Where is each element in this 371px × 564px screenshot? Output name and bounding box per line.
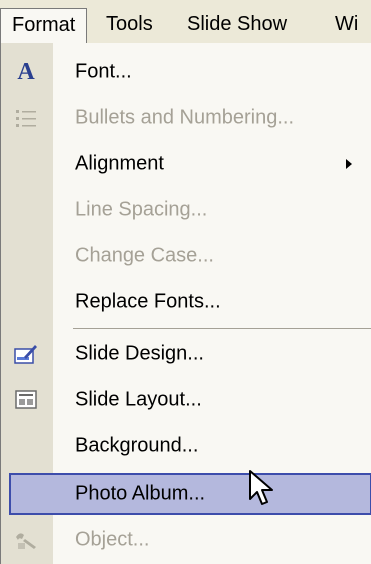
menu-item-bullets-and-numbering: Bullets and Numbering... [1, 95, 371, 141]
menu-window[interactable]: Wi [324, 8, 369, 44]
menu-item-background[interactable]: Background... [1, 423, 371, 469]
menu-item-slide-layout-label: Slide Layout... [75, 388, 202, 411]
bullets-icon [9, 103, 43, 133]
menu-item-replace-fonts-label: Replace Fonts... [75, 290, 221, 313]
menu-item-replace-fonts[interactable]: Replace Fonts... [1, 279, 371, 325]
menu-item-line-spacing: Line Spacing... [1, 187, 371, 233]
menu-item-bullets-label: Bullets and Numbering... [75, 106, 295, 129]
menu-item-slide-design-label: Slide Design... [75, 342, 204, 365]
menu-item-slide-layout[interactable]: Slide Layout... [1, 377, 371, 423]
menu-tools-label: Tools [106, 13, 153, 35]
menu-item-photo-album[interactable]: Photo Album... [9, 473, 371, 515]
slide-design-icon [9, 339, 43, 369]
menu-item-font-label: Font... [75, 60, 132, 83]
menu-bar: Format Tools Slide Show Wi [0, 0, 371, 45]
menu-item-alignment[interactable]: Alignment [1, 141, 371, 187]
slide-layout-icon [9, 385, 43, 415]
menu-format[interactable]: Format [0, 8, 88, 44]
menu-tools[interactable]: Tools [95, 8, 164, 44]
menu-item-font[interactable]: A Font... [1, 49, 371, 95]
menu-item-alignment-label: Alignment [75, 152, 164, 175]
menu-item-object-label: Object... [75, 528, 150, 551]
menu-separator [73, 328, 371, 329]
format-dropdown-menu: A Font... Bullets and Numbering... Align… [0, 43, 371, 564]
menu-slide-show[interactable]: Slide Show [176, 8, 298, 44]
menu-slide-show-label: Slide Show [187, 13, 288, 35]
font-icon: A [17, 58, 35, 85]
menu-item-object: Object... [1, 519, 371, 561]
submenu-arrow-icon [346, 159, 352, 169]
menu-item-photo-album-label: Photo Album... [75, 482, 206, 505]
mouse-pointer-icon [248, 469, 276, 515]
menu-item-slide-design[interactable]: Slide Design... [1, 331, 371, 377]
menu-format-label: Format [12, 14, 76, 36]
menu-window-label: Wi [335, 13, 359, 35]
menu-item-change-case-label: Change Case... [75, 244, 214, 267]
menu-item-background-label: Background... [75, 434, 199, 457]
menu-item-change-case: Change Case... [1, 233, 371, 279]
menu-item-line-spacing-label: Line Spacing... [75, 198, 208, 221]
object-icon [9, 525, 43, 555]
